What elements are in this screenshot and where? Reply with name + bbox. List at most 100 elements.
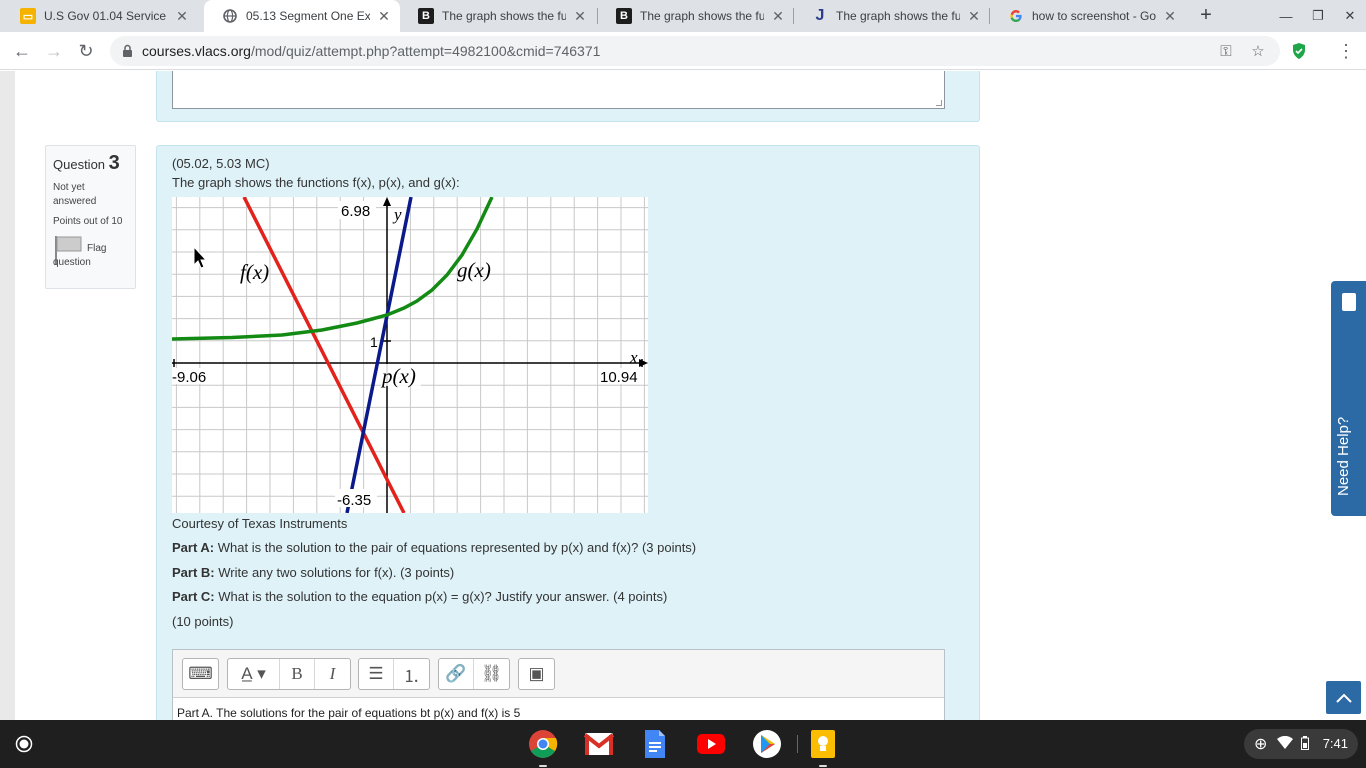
x-min-label: -9.06: [172, 369, 206, 386]
bullet-list-icon[interactable]: ☰: [359, 659, 394, 689]
italic-icon[interactable]: I: [315, 659, 350, 689]
unlink-icon[interactable]: ⛓: [474, 659, 509, 689]
need-help-label: Need Help?: [1335, 416, 1352, 496]
scroll-to-top-button[interactable]: [1326, 681, 1361, 714]
globe-icon: [222, 8, 238, 24]
part-c: Part C: What is the solution to the equa…: [172, 589, 668, 604]
y-max-label: 6.98: [341, 203, 370, 220]
graph-svg: 6.98 y -9.06 10.94 x 1 -6.35 f(x) g(x) p…: [172, 197, 648, 513]
google-icon: [1008, 8, 1024, 24]
right-pane: [1009, 71, 1366, 720]
f-label: f(x): [240, 260, 269, 284]
launcher-icon[interactable]: [9, 729, 39, 759]
page-viewport: Question 3 Not yet answered Points out o…: [0, 71, 1366, 720]
app-running-indicator: [819, 765, 827, 767]
graph-grid: [172, 197, 648, 513]
tab-2[interactable]: 05.13 Segment One Exam ✕: [204, 0, 400, 32]
tab-title: U.S Gov 01.04 Service Pr: [44, 9, 168, 23]
total-points: (10 points): [172, 614, 234, 629]
close-icon[interactable]: ✕: [966, 8, 982, 24]
reload-icon[interactable]: ↻: [76, 41, 96, 61]
font-style-dropdown-icon[interactable]: A̲ ▾: [228, 659, 280, 689]
docs-app-icon[interactable]: [639, 728, 671, 760]
status-tray[interactable]: ⊕ 7:41: [1244, 729, 1358, 759]
courtesy-text: Courtesy of Texas Instruments: [172, 516, 348, 531]
chevron-up-icon: [1335, 693, 1352, 703]
close-icon[interactable]: ✕: [174, 8, 190, 24]
youtube-app-icon[interactable]: [695, 728, 727, 760]
x-axis-arrow: [639, 359, 648, 367]
tab-6[interactable]: how to screenshot - Goo ✕: [990, 0, 1186, 32]
part-a: Part A: What is the solution to the pair…: [172, 540, 697, 555]
tab-title: 05.13 Segment One Exam: [246, 9, 370, 23]
need-help-tab[interactable]: Need Help?: [1331, 281, 1366, 516]
minimize-icon[interactable]: —: [1278, 8, 1294, 24]
key-icon[interactable]: ⚿: [1218, 43, 1234, 60]
y-axis-label: y: [392, 205, 402, 224]
play-store-app-icon[interactable]: [751, 728, 783, 760]
address-bar[interactable]: courses.vlacs.org/mod/quiz/attempt.php?a…: [110, 36, 1280, 66]
part-b: Part B: Write any two solutions for f(x)…: [172, 565, 455, 580]
shelf-separator: [797, 735, 798, 753]
numbered-list-icon[interactable]: ⒈: [394, 659, 429, 689]
question-code: (05.02, 5.03 MC): [172, 156, 270, 171]
tab-title: The graph shows the fun: [442, 9, 566, 23]
answer-text[interactable]: Part A. The solutions for the pair of eq…: [177, 706, 520, 720]
os-shelf: ⊕ 7:41: [0, 720, 1366, 768]
menu-icon[interactable]: ⋮: [1336, 41, 1356, 61]
close-window-icon[interactable]: ✕: [1342, 8, 1358, 24]
y-axis-arrow: [383, 197, 391, 206]
tab-3[interactable]: B The graph shows the fun ✕: [400, 0, 596, 32]
resize-handle[interactable]: [936, 100, 942, 106]
tab-4[interactable]: B The graph shows the fun ✕: [598, 0, 794, 32]
tab-1[interactable]: ▭ U.S Gov 01.04 Service Pr ✕: [2, 0, 198, 32]
battery-icon: [1301, 735, 1310, 753]
flag-question-button[interactable]: Flag question: [53, 235, 128, 270]
previous-answer-textarea[interactable]: [172, 71, 945, 109]
left-gutter: [0, 71, 15, 720]
tab-title: The graph shows the fun: [640, 9, 764, 23]
x-axis-label: x: [629, 348, 638, 367]
flag-question-label: Flag question: [53, 243, 107, 268]
restore-icon[interactable]: ❐: [1310, 8, 1326, 24]
tab-title: how to screenshot - Goo: [1032, 9, 1156, 23]
bold-icon[interactable]: B: [280, 659, 315, 689]
question-info: Question 3 Not yet answered Points out o…: [45, 145, 136, 289]
wifi-icon: [1277, 735, 1294, 752]
shield-extension-icon[interactable]: [1289, 41, 1309, 61]
keyboard-icon[interactable]: ⌨: [183, 659, 218, 689]
previous-question-box: [156, 71, 980, 122]
close-icon[interactable]: ✕: [572, 8, 588, 24]
close-icon[interactable]: ✕: [770, 8, 786, 24]
lock-icon[interactable]: [122, 44, 133, 63]
keep-app-icon[interactable]: [807, 728, 839, 760]
forward-icon[interactable]: →: [44, 41, 64, 61]
back-icon[interactable]: ←: [12, 41, 32, 61]
g-label: g(x): [457, 258, 491, 282]
mouse-cursor-icon: [193, 245, 208, 275]
answer-editor: ⌨ A̲ ▾ B I ☰ ⒈ 🔗 ⛓ ▣ Part A. The solutio…: [172, 649, 945, 720]
link-icon[interactable]: 🔗: [439, 659, 474, 689]
tab-5[interactable]: J The graph shows the fun ✕: [794, 0, 990, 32]
j-icon: J: [815, 7, 825, 24]
question-status: Not yet answered: [53, 182, 97, 207]
image-icon[interactable]: ▣: [519, 659, 554, 689]
close-icon[interactable]: ✕: [1162, 8, 1178, 24]
tab-title: The graph shows the fun: [836, 9, 960, 23]
p-label: p(x): [380, 364, 416, 388]
browser-tabstrip: ▭ U.S Gov 01.04 Service Pr ✕ 05.13 Segme…: [0, 0, 1366, 32]
brainly-icon: B: [616, 8, 632, 24]
question-number: Question 3: [53, 152, 120, 174]
editor-toolbar: ⌨ A̲ ▾ B I ☰ ⒈ 🔗 ⛓ ▣: [173, 650, 944, 698]
system-clock: 7:41: [1322, 736, 1348, 751]
chrome-app-icon[interactable]: [527, 728, 559, 760]
new-tab-button[interactable]: +: [1196, 5, 1216, 26]
x-max-label: 10.94: [600, 369, 638, 386]
g-curve: [172, 197, 494, 341]
gmail-app-icon[interactable]: [583, 728, 615, 760]
star-icon[interactable]: ☆: [1250, 43, 1266, 60]
one-label: 1: [370, 334, 378, 350]
y-min-label: -6.35: [337, 492, 371, 509]
close-icon[interactable]: ✕: [376, 8, 392, 24]
browser-toolbar: ← → ↻ courses.vlacs.org/mod/quiz/attempt…: [0, 32, 1366, 70]
